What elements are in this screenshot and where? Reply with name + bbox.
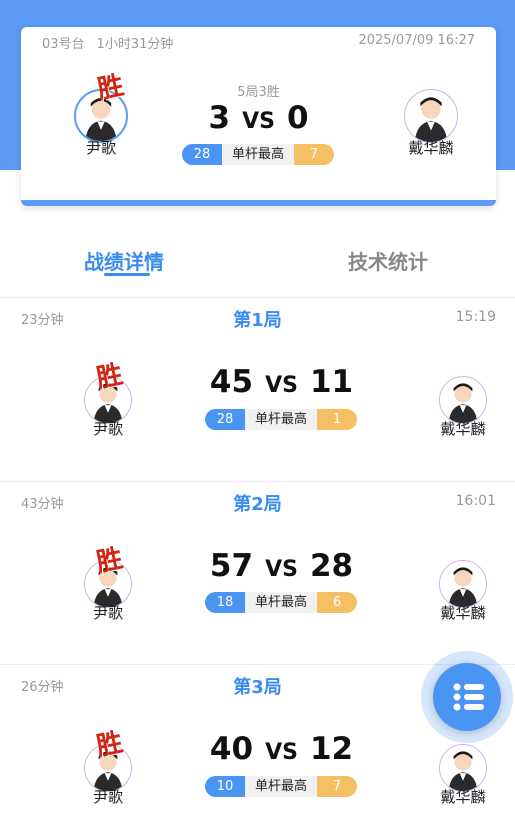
- match-duration: 1小时31分钟: [96, 37, 174, 52]
- break-label: 单杆最高: [245, 409, 317, 430]
- player1-name: 尹歌: [92, 788, 123, 806]
- player1-name: 尹歌: [85, 139, 116, 157]
- menu-fab-button[interactable]: [433, 663, 501, 731]
- break-player2: 1: [317, 409, 357, 430]
- player1-name: 尹歌: [92, 604, 123, 622]
- game-score: 40 VS 12: [0, 731, 515, 767]
- score-player1: 45: [209, 364, 254, 400]
- break-player2: 7: [294, 144, 334, 165]
- game-time: 15:19: [455, 309, 496, 325]
- score-player1: 3: [208, 100, 231, 136]
- match-format: 5局3胜: [237, 85, 280, 100]
- score-player1: 40: [209, 731, 254, 767]
- break-player1: 18: [205, 592, 245, 613]
- break-label: 单杆最高: [245, 776, 317, 797]
- match-meta: 03号台 1小时31分钟: [42, 33, 173, 52]
- match-datetime: 2025/07/09 16:27: [358, 33, 475, 48]
- player2-name: 戴华麟: [440, 788, 486, 806]
- divider: [0, 481, 515, 482]
- highest-break-bar: 28 单杆最高 7: [182, 144, 334, 165]
- break-label: 单杆最高: [222, 144, 294, 165]
- highest-break-bar: 18 单杆最高 6: [205, 592, 357, 613]
- player1-name: 尹歌: [92, 420, 123, 438]
- player2-name: 戴华麟: [408, 139, 454, 157]
- score-player2: 28: [309, 548, 354, 584]
- break-player1: 28: [182, 144, 222, 165]
- game-score: 45 VS 11: [0, 364, 515, 400]
- match-summary-card: 03号台 1小时31分钟 2025/07/09 16:27 尹歌 胜 戴华麟 5局…: [21, 27, 496, 206]
- break-player1: 10: [205, 776, 245, 797]
- game-title: 第2局: [233, 494, 282, 515]
- list-menu-icon: [453, 683, 484, 711]
- tab-stats[interactable]: 技术统计: [348, 246, 428, 275]
- score-player2: 0: [286, 100, 309, 136]
- vs-label: VS: [265, 740, 298, 765]
- player2-name: 戴华麟: [440, 420, 486, 438]
- game-title: 第1局: [233, 310, 282, 331]
- game-score: 57 VS 28: [0, 548, 515, 584]
- tab-detail[interactable]: 战绩详情: [84, 246, 164, 275]
- break-label: 单杆最高: [245, 592, 317, 613]
- active-tab-indicator: [104, 273, 150, 276]
- break-player2: 6: [317, 592, 357, 613]
- score-player1: 57: [209, 548, 254, 584]
- player2-name: 戴华麟: [440, 604, 486, 622]
- divider: [0, 297, 515, 298]
- vs-label: VS: [242, 109, 275, 134]
- highest-break-bar: 28 单杆最高 1: [205, 409, 357, 430]
- vs-label: VS: [265, 373, 298, 398]
- break-player2: 7: [317, 776, 357, 797]
- break-player1: 28: [205, 409, 245, 430]
- game-time: 16:01: [455, 493, 496, 509]
- score-player2: 11: [309, 364, 354, 400]
- card-accent-bar: [21, 200, 496, 206]
- highest-break-bar: 10 单杆最高 7: [205, 776, 357, 797]
- score-player2: 12: [309, 731, 354, 767]
- match-score: 3 VS 0: [21, 100, 496, 136]
- table-number: 03号台: [42, 37, 85, 52]
- vs-label: VS: [265, 557, 298, 582]
